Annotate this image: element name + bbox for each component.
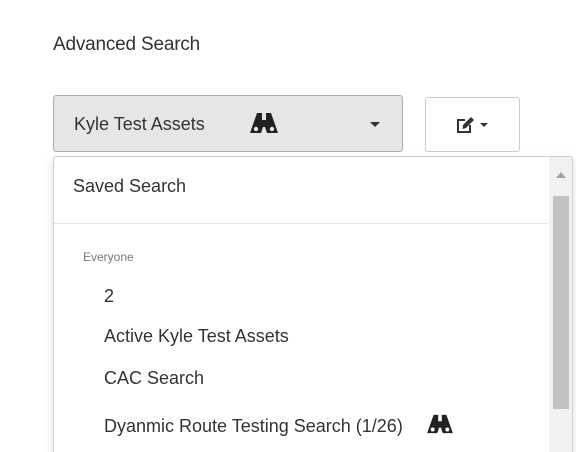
edit-search-menu-button[interactable]: [425, 97, 520, 152]
menu-item-label: CAC Search: [104, 368, 205, 388]
scrollbar-thumb[interactable]: [553, 196, 569, 409]
dropdown-scrollbar[interactable]: [549, 157, 572, 452]
dropdown-header: Saved Search: [73, 176, 187, 196]
chevron-down-icon: [370, 122, 380, 127]
chevron-down-icon: [480, 123, 488, 127]
page-title: Advanced Search: [53, 34, 200, 55]
saved-search-select-value: Kyle Test Assets: [74, 114, 205, 134]
edit-icon: [457, 117, 474, 133]
saved-search-item-2[interactable]: 2: [104, 286, 114, 307]
menu-item-label: 2: [104, 286, 115, 306]
advanced-search-page: Advanced Search Kyle Test Assets Saved S…: [0, 0, 576, 452]
saved-search-item-dynamic-route-testing[interactable]: Dyanmic Route Testing Search (1/26): [104, 413, 454, 437]
saved-search-item-active-kyle-test-assets[interactable]: Active Kyle Test Assets: [104, 326, 289, 347]
menu-item-label: Active Kyle Test Assets: [104, 326, 289, 346]
menu-item-label: Dyanmic Route Testing Search (1/26): [104, 416, 403, 436]
binoculars-icon: [426, 414, 453, 434]
group-label-everyone: Everyone: [83, 250, 134, 264]
dropdown-divider: [54, 223, 548, 224]
saved-search-item-cac-search[interactable]: CAC Search: [104, 368, 204, 389]
saved-search-select[interactable]: Kyle Test Assets: [53, 95, 403, 152]
scroll-up-arrow-icon[interactable]: [556, 172, 566, 178]
binoculars-icon: [250, 113, 278, 133]
saved-search-dropdown: Saved Search Everyone 2 Active Kyle Test…: [53, 156, 573, 452]
